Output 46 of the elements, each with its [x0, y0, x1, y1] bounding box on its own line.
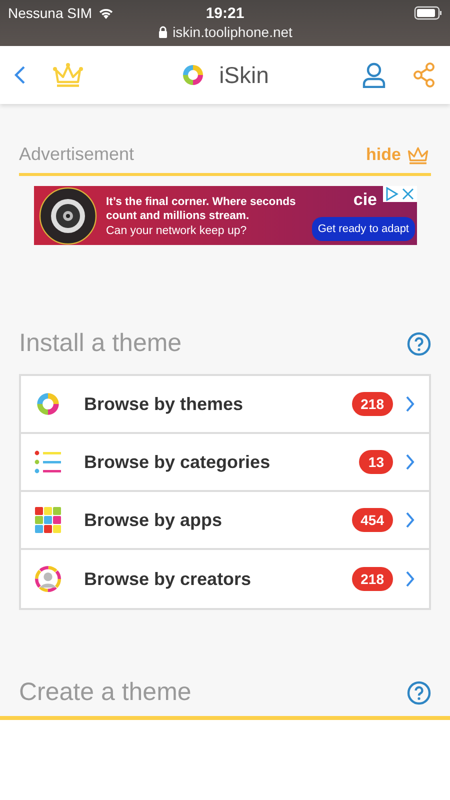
- close-icon[interactable]: [401, 187, 415, 201]
- browse-row[interactable]: Browse by categories 13: [21, 434, 429, 492]
- section-title: Create a theme: [19, 678, 192, 707]
- cta-button[interactable]: Get ready to adapt: [312, 217, 415, 241]
- swirl-icon: [35, 391, 61, 417]
- list-icon: [34, 450, 62, 474]
- count-badge: 13: [359, 450, 393, 474]
- wifi-icon: [98, 7, 114, 19]
- logo-icon: [181, 63, 206, 87]
- row-label: Browse by apps: [84, 510, 224, 530]
- help-icon[interactable]: [407, 332, 431, 356]
- chevron-icon: [405, 453, 415, 471]
- browse-row[interactable]: Browse by creators 218: [21, 550, 429, 608]
- lock-icon: [158, 26, 168, 38]
- tire-icon: [38, 186, 98, 245]
- app-grid-icon: [35, 507, 61, 533]
- help-icon[interactable]: [407, 680, 431, 704]
- chevron-icon: [405, 570, 415, 588]
- ad-headline: It’s the final corner. Where seconds count and millions stream.: [106, 194, 297, 222]
- user-icon[interactable]: [362, 62, 386, 88]
- crown-icon: [405, 144, 431, 164]
- ad-choices[interactable]: [383, 186, 417, 202]
- row-label: Browse by creators: [84, 568, 252, 590]
- row-label: Browse by categories: [84, 452, 272, 472]
- chevron-icon: [405, 395, 415, 413]
- app-title: iSkin: [219, 62, 269, 88]
- clock-time: 19:21: [206, 4, 244, 22]
- url-text[interactable]: iskin.tooliphone.net: [172, 24, 292, 40]
- back-icon[interactable]: [14, 65, 26, 85]
- row-label: Browse by themes: [84, 394, 244, 414]
- section-label: Advertisement: [19, 144, 134, 165]
- share-icon[interactable]: [412, 62, 436, 88]
- chevron-icon: [405, 511, 415, 529]
- count-badge: 218: [352, 567, 393, 591]
- battery-icon: [414, 6, 442, 20]
- ad-banner[interactable]: It’s the final corner. Where seconds count and millions stream. Can your network keep up? cie Get ready to adapt: [34, 186, 417, 245]
- carrier-name: Nessuna SIM: [8, 5, 92, 21]
- browse-row[interactable]: Browse by themes 218: [21, 376, 429, 434]
- browse-row[interactable]: Browse by apps 454: [21, 492, 429, 550]
- section-title: Install a theme: [19, 329, 182, 358]
- count-badge: 454: [352, 508, 393, 532]
- user-circle-icon: [35, 566, 61, 592]
- count-badge: 218: [352, 392, 393, 416]
- play-icon: [385, 187, 399, 201]
- brand-logo: cie: [353, 190, 377, 210]
- ad-subline: Can your network keep up?: [106, 224, 247, 236]
